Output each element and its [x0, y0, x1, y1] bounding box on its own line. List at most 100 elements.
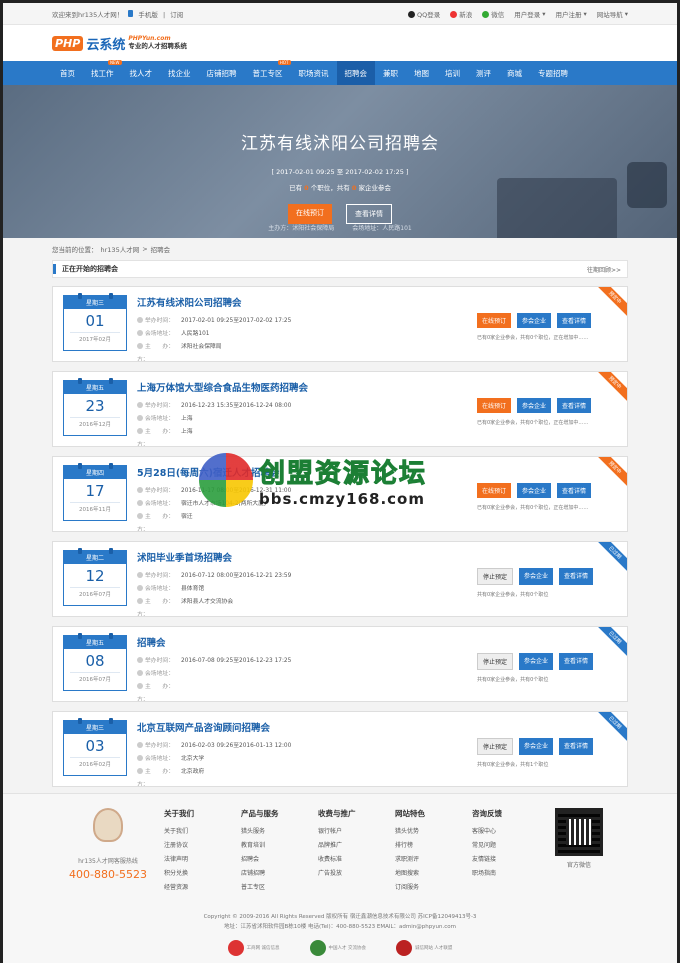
- participating-companies-button[interactable]: 参会企业: [519, 653, 554, 670]
- view-detail-button[interactable]: 查看详情: [559, 568, 594, 585]
- calendar-year-month: 2016年07月: [70, 587, 120, 598]
- user-register-menu[interactable]: 用户注册 ▾: [555, 9, 586, 19]
- footer-link[interactable]: 店铺招聘: [241, 868, 318, 877]
- subscribe-link[interactable]: 订阅: [170, 11, 183, 19]
- nav-item-5[interactable]: 普工专区 HOT: [245, 60, 291, 85]
- nav-item-4[interactable]: 店铺招聘: [199, 61, 245, 85]
- footer-link[interactable]: 职场指南: [472, 868, 549, 877]
- footer-link[interactable]: 品牌推广: [318, 840, 395, 849]
- badge-integrity[interactable]: 诚信网站 人才联盟: [395, 940, 452, 956]
- book-button[interactable]: 在线预订: [477, 483, 512, 498]
- banner-host: 主办方：沭阳社会保障局: [268, 225, 335, 232]
- footer-link[interactable]: 注册协议: [164, 840, 241, 849]
- footer-link[interactable]: 排行榜: [395, 840, 472, 849]
- view-detail-button[interactable]: 查看详情: [557, 398, 592, 413]
- nav-item-12[interactable]: 商城: [499, 61, 530, 85]
- wechat-login-link[interactable]: 微信: [482, 9, 504, 19]
- footer-link[interactable]: 银行帐户: [318, 826, 395, 835]
- footer-link[interactable]: 教育培训: [241, 840, 318, 849]
- fair-time: 2016-12-23 15:35至2016-12-24 08:00: [181, 403, 292, 409]
- badge-talent[interactable]: 中国人才 交流协会: [309, 940, 366, 956]
- nav-item-0[interactable]: 首页: [52, 61, 83, 85]
- new-badge: NEW: [108, 60, 122, 65]
- participating-companies-button[interactable]: 参会企业: [517, 483, 552, 498]
- site-nav-menu[interactable]: 网站导航 ▾: [597, 9, 628, 19]
- view-detail-button[interactable]: 查看详情: [557, 483, 592, 498]
- banner-book-button[interactable]: 在线预订: [288, 204, 332, 224]
- footer-link[interactable]: 收费标准: [318, 854, 395, 863]
- participating-companies-button[interactable]: 参会企业: [519, 568, 554, 585]
- fair-actions: 在线预订 参会企业 查看详情 已有0家企业参会，共有0个职位，正在增加中……: [477, 457, 627, 531]
- fair-actions: 停止预定 参会企业 查看详情 共有0家企业参会，共有0个职位: [477, 627, 627, 701]
- past-fairs-link[interactable]: 往期回顾>>: [587, 265, 621, 274]
- nav-item-11[interactable]: 测评: [468, 61, 499, 85]
- nav-item-1[interactable]: 找工作 NEW: [83, 60, 122, 85]
- participating-companies-button[interactable]: 参会企业: [519, 738, 554, 755]
- qq-login-link[interactable]: QQ登录: [407, 9, 440, 19]
- fair-card: 星期三 01 2017年02月 江苏有线沭阳公司招聘会 举办时间： 2017-02…: [52, 286, 628, 362]
- nav-item-9[interactable]: 地图: [406, 61, 437, 85]
- footer-link[interactable]: 法律声明: [164, 854, 241, 863]
- fair-title[interactable]: 招聘会: [137, 635, 477, 649]
- location-icon: [137, 754, 143, 761]
- stop-booking-button[interactable]: 停止预定: [477, 568, 514, 585]
- footer-link[interactable]: 地图搜索: [395, 868, 472, 877]
- integrity-seal-icon: [395, 940, 412, 956]
- participating-companies-button[interactable]: 参会企业: [517, 398, 552, 413]
- footer-link[interactable]: 求职测评: [395, 854, 472, 863]
- weibo-login-link[interactable]: 新浪: [450, 9, 472, 19]
- top-bar-left: 欢迎来到hr135人才网！ 手机版 | 订阅: [52, 10, 184, 19]
- breadcrumb-home[interactable]: hr135人才网: [101, 244, 140, 254]
- view-detail-button[interactable]: 查看详情: [557, 313, 592, 328]
- stop-booking-button[interactable]: 停止预定: [477, 738, 514, 755]
- footer-link[interactable]: 普工专区: [241, 882, 318, 891]
- nav-item-3[interactable]: 找企业: [160, 61, 199, 85]
- nav-item-8[interactable]: 兼职: [375, 61, 406, 85]
- calendar-day: 08: [85, 652, 105, 670]
- fair-info: 上海万体馆大型综合食品生物医药招聘会 举办时间： 2016-12-23 15:35…: [137, 372, 477, 446]
- chevron-down-icon: ▾: [583, 10, 587, 18]
- view-detail-button[interactable]: 查看详情: [559, 653, 594, 670]
- nav-item-13[interactable]: 专题招聘: [530, 61, 576, 85]
- nav-item-2[interactable]: 找人才: [122, 61, 161, 85]
- calendar-badge: 星期三 01 2017年02月: [63, 293, 127, 351]
- participating-companies-button[interactable]: 参会企业: [517, 313, 552, 328]
- badge-icbc[interactable]: 工商网 诚信信息: [227, 940, 280, 956]
- banner-cup-image: [627, 162, 667, 208]
- footer-link[interactable]: 常见问题: [472, 840, 549, 849]
- location-icon: [137, 329, 143, 336]
- calendar-badge: 星期三 03 2016年02月: [63, 718, 127, 776]
- book-button[interactable]: 在线预订: [477, 313, 512, 328]
- footer-link[interactable]: 猎头优势: [395, 826, 472, 835]
- footer-link[interactable]: 经营资源: [164, 882, 241, 891]
- mobile-link[interactable]: 手机版: [138, 11, 158, 19]
- book-button[interactable]: 在线预订: [477, 398, 512, 413]
- qr-code-icon: [555, 808, 603, 856]
- footer-link[interactable]: 客服中心: [472, 826, 549, 835]
- clock-icon: [137, 741, 143, 748]
- fair-title[interactable]: 江苏有线沭阳公司招聘会: [137, 295, 477, 309]
- footer-link[interactable]: 积分兑换: [164, 868, 241, 877]
- wechat-icon: [482, 10, 490, 18]
- footer-link[interactable]: 招聘会: [241, 854, 318, 863]
- nav-item-10[interactable]: 培训: [437, 61, 468, 85]
- footer-link[interactable]: 关于我们: [164, 826, 241, 835]
- fair-title[interactable]: 5月28日(每周六)宿迁人才招聘会: [137, 465, 477, 479]
- calendar-day: 23: [85, 397, 105, 415]
- view-detail-button[interactable]: 查看详情: [559, 738, 594, 755]
- copyright-block: Copyright © 2009-2016 All Rights Reserve…: [3, 912, 677, 932]
- banner-detail-button[interactable]: 查看详情: [346, 204, 392, 224]
- fair-title[interactable]: 上海万体馆大型综合食品生物医药招聘会: [137, 380, 477, 394]
- user-login-menu[interactable]: 用户登录 ▾: [514, 9, 545, 19]
- footer-link[interactable]: 订阅服务: [395, 882, 472, 891]
- footer-link[interactable]: 猎头服务: [241, 826, 318, 835]
- nav-item-6[interactable]: 职场资讯: [291, 61, 337, 85]
- site-logo[interactable]: PHP 云系统 PHPYun.com 专业的人才招聘系统: [52, 34, 187, 53]
- footer-link[interactable]: 友情链接: [472, 854, 549, 863]
- fair-host: 宿迁: [181, 514, 193, 520]
- footer-link[interactable]: 广告投放: [318, 868, 395, 877]
- fair-title[interactable]: 沭阳毕业季首场招聘会: [137, 550, 477, 564]
- stop-booking-button[interactable]: 停止预定: [477, 653, 514, 670]
- nav-item-7[interactable]: 招聘会: [336, 61, 375, 85]
- fair-title[interactable]: 北京互联网产品咨询顾问招聘会: [137, 720, 477, 734]
